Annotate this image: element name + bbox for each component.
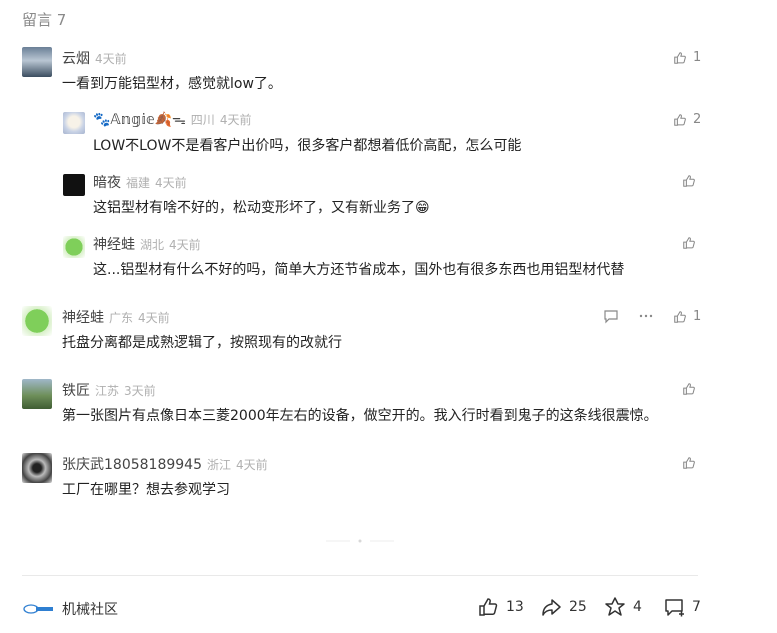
- avatar[interactable]: [22, 379, 52, 409]
- comment-author[interactable]: 神经蛙: [93, 237, 135, 253]
- comment-location: 浙江: [206, 458, 231, 472]
- thumb-up-icon: [674, 51, 686, 64]
- comment-icon: [665, 599, 684, 617]
- comment-meta: 暗夜 福建 4天前: [93, 172, 187, 192]
- footer-like-count: 13: [506, 599, 524, 615]
- community-logo[interactable]: [22, 600, 54, 614]
- like-button[interactable]: [682, 174, 696, 188]
- comment-text: 这...铝型材有什么不好的吗，简单大方还节省成本，国外也有很多东西也用铝型材代替: [93, 262, 625, 278]
- avatar[interactable]: [22, 47, 52, 77]
- more-dots-icon[interactable]: [638, 308, 654, 324]
- comment-location: 江苏: [95, 384, 120, 398]
- footer-like-button[interactable]: 13: [477, 596, 524, 618]
- comment-time: 4天前: [169, 238, 201, 252]
- community-name[interactable]: 机械社区: [62, 599, 118, 619]
- avatar[interactable]: [63, 236, 85, 258]
- share-icon: [542, 599, 561, 616]
- comment-time: 3天前: [124, 384, 156, 398]
- like-button[interactable]: [682, 382, 696, 396]
- comment-location: 广东: [109, 311, 134, 325]
- comment-author[interactable]: 🐾𝔸𝕟𝕘𝕚𝕖🍂ᯓ: [93, 112, 186, 128]
- comment-meta: 张庆武18058189945 浙江 4天前: [62, 454, 268, 474]
- footer-comment-count: 7: [692, 599, 701, 615]
- comment-text: 工厂在哪里？想去参观学习: [62, 482, 230, 498]
- like-count: 1: [693, 309, 702, 324]
- comment-meta: 云烟 4天前: [62, 48, 127, 68]
- comment-meta: 神经蛙 广东 4天前: [62, 307, 170, 327]
- comment-location: 福建: [126, 176, 151, 190]
- favorite-icon: [605, 597, 625, 616]
- comment-time: 4天前: [138, 311, 170, 325]
- comment-time: 4天前: [236, 458, 268, 472]
- like-count: 1: [693, 50, 702, 65]
- comments-header: 留言 7: [22, 11, 67, 29]
- like-button[interactable]: [682, 456, 696, 470]
- footer-share-button[interactable]: 25: [540, 596, 587, 618]
- comment-time: 4天前: [219, 113, 252, 127]
- footer-favorite-count: 4: [633, 599, 642, 615]
- comment-meta: 铁匠 江苏 3天前: [62, 380, 156, 400]
- comment-text: LOW不LOW不是看客户出价吗，很多客户都想着低价高配，怎么可能: [93, 138, 522, 154]
- like-count: 2: [693, 112, 702, 127]
- comment-author[interactable]: 神经蛙: [62, 310, 104, 326]
- comment-icon[interactable]: [603, 308, 619, 324]
- like-button[interactable]: 1: [673, 50, 701, 65]
- footer-comment-button[interactable]: 7: [663, 596, 701, 618]
- comment-author[interactable]: 张庆武18058189945: [62, 457, 202, 473]
- comment-text: 这铝型材有啥不好的，松动变形坏了，又有新业务了😁: [93, 200, 430, 216]
- comment-time: 4天前: [95, 52, 127, 66]
- footer-share-count: 25: [569, 599, 587, 615]
- comment-location: 四川: [190, 113, 215, 127]
- comment-text: 第一张图片有点像日本三菱2000年左右的设备，做空开的。我入行时看到鬼子的这条线…: [62, 408, 658, 424]
- comment-author[interactable]: 铁匠: [62, 383, 90, 399]
- loading-indicator: [326, 539, 394, 543]
- comment-text: 托盘分离都是成熟逻辑了，按照现有的改就行: [62, 335, 342, 351]
- avatar[interactable]: [63, 112, 85, 134]
- comment-meta: 神经蛙 湖北 4天前: [93, 234, 201, 254]
- thumb-up-icon: [674, 310, 686, 323]
- comment-time: 4天前: [155, 176, 187, 190]
- comment-text: 一看到万能铝型材，感觉就low了。: [62, 76, 282, 92]
- comment-location: 湖北: [140, 238, 165, 252]
- avatar[interactable]: [22, 453, 52, 483]
- thumb-up-icon: [683, 457, 695, 469]
- avatar[interactable]: [22, 306, 52, 336]
- comment-author[interactable]: 云烟: [62, 51, 90, 67]
- thumb-up-icon: [479, 598, 498, 616]
- avatar[interactable]: [63, 174, 85, 196]
- thumb-up-icon: [683, 383, 695, 395]
- comment-author[interactable]: 暗夜: [93, 175, 121, 191]
- footer-favorite-button[interactable]: 4: [604, 596, 642, 618]
- like-button[interactable]: [682, 236, 696, 250]
- thumb-up-icon: [683, 237, 695, 249]
- thumb-up-icon: [683, 175, 695, 187]
- thumb-up-icon: [674, 113, 686, 126]
- like-button[interactable]: 1: [673, 309, 701, 324]
- divider: [22, 575, 698, 576]
- like-button[interactable]: 2: [673, 112, 701, 127]
- comment-meta: 🐾𝔸𝕟𝕘𝕚𝕖🍂ᯓ 四川 4天前: [93, 110, 251, 129]
